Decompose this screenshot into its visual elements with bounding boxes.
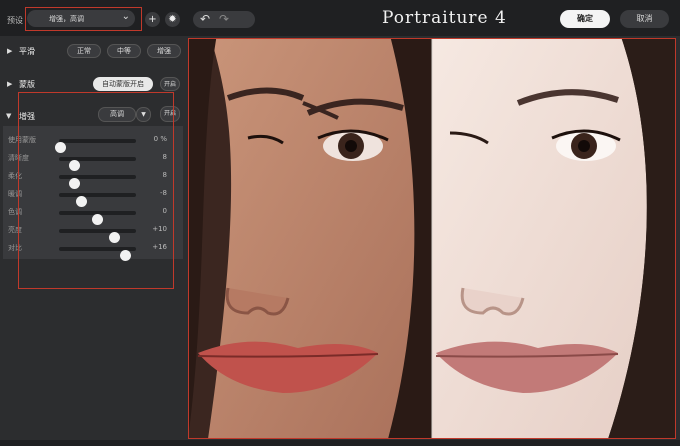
- cancel-button[interactable]: 取消: [620, 10, 669, 28]
- mask-section-title: 蒙版: [19, 80, 35, 89]
- smooth-strong-button[interactable]: 增强: [147, 44, 181, 58]
- gear-icon[interactable]: ✹: [165, 12, 180, 27]
- expand-right-icon[interactable]: ▶: [7, 47, 12, 55]
- undo-redo-group: ↶ ↷: [193, 11, 255, 28]
- mask-toggle[interactable]: 开启: [160, 77, 180, 91]
- bottom-bar: [0, 440, 680, 446]
- plus-icon[interactable]: +: [145, 12, 160, 27]
- smooth-normal-button[interactable]: 正常: [67, 44, 101, 58]
- annotation-highlight-preset: [25, 7, 142, 31]
- smooth-medium-button[interactable]: 中等: [107, 44, 141, 58]
- smooth-section-title: 平滑: [19, 47, 35, 56]
- app-title: Portraiture 4: [382, 8, 507, 28]
- annotation-highlight-enhance: [18, 92, 174, 289]
- auto-mask-button[interactable]: 自动蒙版开启: [93, 77, 153, 91]
- expand-right-icon[interactable]: ▶: [7, 80, 12, 88]
- preset-label: 预设: [7, 16, 23, 25]
- expand-down-icon[interactable]: ▼: [6, 112, 11, 120]
- ok-button[interactable]: 确定: [560, 10, 610, 28]
- annotation-highlight-preview: [188, 38, 676, 439]
- undo-icon[interactable]: ↶: [200, 12, 210, 26]
- redo-icon[interactable]: ↷: [219, 12, 229, 26]
